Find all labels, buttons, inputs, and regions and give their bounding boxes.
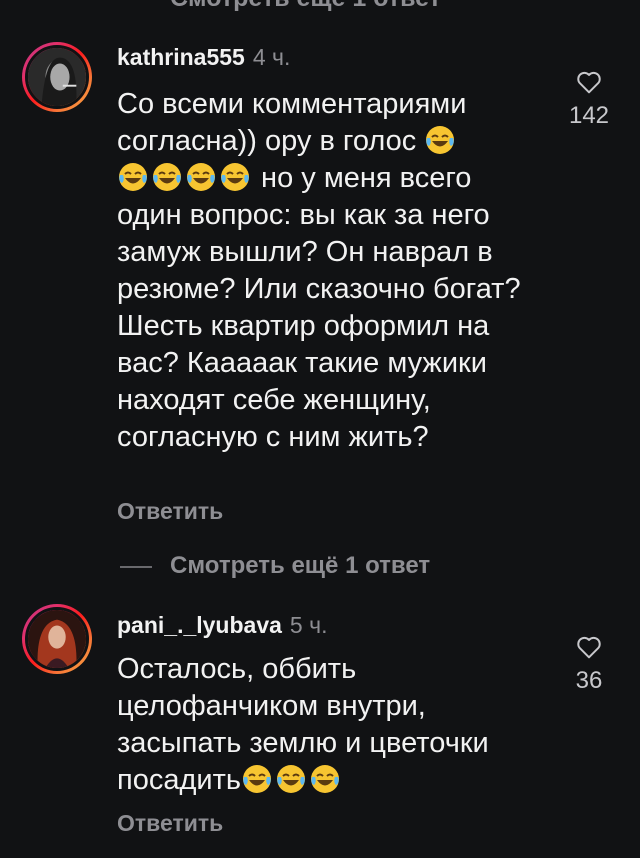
avatar[interactable]	[22, 42, 92, 112]
timestamp: 5 ч.	[289, 612, 328, 638]
face-with-tears-of-joy-icon	[153, 163, 181, 191]
username[interactable]: kathrina555	[117, 44, 245, 70]
divider	[120, 565, 152, 568]
comment-text: Осталось, оббить целофанчиком внутри, за…	[117, 651, 537, 799]
heart-outline-icon	[577, 71, 601, 94]
heart-outline-icon	[577, 636, 601, 659]
comment-text-part: Со всеми комментариями согласна)) ору в …	[117, 88, 467, 157]
reply-button[interactable]: Ответить	[117, 810, 223, 837]
face-with-tears-of-joy-icon	[119, 163, 147, 191]
username[interactable]: pani_._lyubava	[117, 612, 282, 638]
like-button[interactable]: 142	[564, 70, 614, 130]
face-with-tears-of-joy-icon	[221, 163, 249, 191]
view-more-replies[interactable]: Смотреть ещё 1 ответ	[120, 552, 430, 580]
comment-meta: pani_._lyubava 5 ч.	[117, 612, 327, 639]
avatar[interactable]	[22, 604, 92, 674]
like-button[interactable]: 36	[564, 635, 614, 695]
face-with-tears-of-joy-icon	[276, 765, 305, 793]
timestamp: 4 ч.	[252, 44, 291, 70]
comment-text-part: но у меня всего один вопрос: вы как за н…	[117, 162, 521, 453]
like-count: 142	[568, 102, 610, 129]
face-with-tears-of-joy-icon	[242, 765, 271, 793]
face-with-tears-of-joy-icon	[426, 126, 455, 154]
face-with-tears-of-joy-icon	[310, 765, 339, 793]
view-more-replies-top[interactable]: Смотреть ещё 1 ответ	[170, 0, 441, 13]
like-count: 36	[575, 667, 603, 694]
face-with-tears-of-joy-icon	[187, 163, 215, 191]
view-more-replies-label: Смотреть ещё 1 ответ	[170, 552, 431, 579]
comment-text: Со всеми комментариями согласна)) ору в …	[117, 86, 537, 456]
reply-button[interactable]: Ответить	[117, 498, 223, 525]
comment-meta: kathrina555 4 ч.	[117, 44, 290, 71]
